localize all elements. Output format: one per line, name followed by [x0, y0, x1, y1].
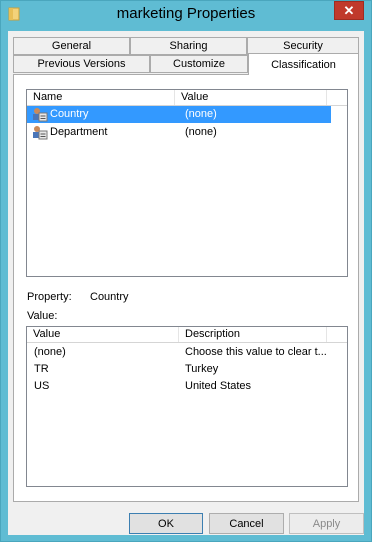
dialog-client-area: General Sharing Security Previous Versio…	[8, 31, 364, 535]
properties-list-header: Name Value	[27, 90, 347, 106]
column-header-value[interactable]: Value	[175, 90, 327, 105]
description-cell: Choose this value to clear t...	[185, 346, 327, 358]
tab-previous-versions[interactable]: Previous Versions	[13, 55, 150, 73]
classification-panel: Name Value Country (none) Department (no…	[13, 74, 359, 502]
property-value-text: Country	[90, 291, 129, 303]
list-item[interactable]: Country (none)	[27, 106, 331, 123]
properties-window: marketing Properties ✕ General Sharing S…	[0, 0, 372, 542]
column-header-name[interactable]: Name	[27, 90, 175, 105]
description-cell: Turkey	[185, 363, 219, 375]
user-property-icon	[33, 108, 48, 122]
value-cell: (none)	[34, 346, 66, 358]
property-label: Property:	[27, 291, 72, 303]
property-name: Department	[50, 126, 108, 138]
property-value: (none)	[185, 126, 217, 138]
value-cell: US	[34, 380, 50, 392]
property-value: (none)	[185, 108, 217, 120]
values-list-header: Value Description	[27, 327, 347, 343]
properties-listview[interactable]: Name Value Country (none) Department (no…	[26, 89, 348, 277]
tab-customize[interactable]: Customize	[150, 55, 248, 73]
list-item[interactable]: US United States	[27, 378, 347, 395]
list-item[interactable]: (none) Choose this value to clear t...	[27, 344, 347, 361]
value-cell: TR	[34, 363, 49, 375]
title-bar[interactable]: marketing Properties ✕	[1, 1, 371, 29]
close-button[interactable]: ✕	[334, 1, 364, 20]
window-title: marketing Properties	[116, 5, 256, 22]
column-header-value[interactable]: Value	[27, 327, 179, 342]
list-item[interactable]: Department (none)	[27, 124, 331, 141]
values-listview[interactable]: Value Description (none) Choose this val…	[26, 326, 348, 487]
value-label: Value:	[27, 310, 58, 322]
list-item[interactable]: TR Turkey	[27, 361, 347, 378]
property-name: Country	[50, 108, 89, 120]
description-cell: United States	[185, 380, 252, 392]
column-header-description[interactable]: Description	[179, 327, 327, 342]
cancel-button[interactable]: Cancel	[209, 513, 284, 534]
tab-general[interactable]: General	[13, 37, 130, 55]
apply-button[interactable]: Apply	[289, 513, 364, 534]
ok-button[interactable]: OK	[129, 513, 203, 534]
tab-classification[interactable]: Classification	[248, 53, 359, 75]
tab-sharing[interactable]: Sharing	[130, 37, 247, 55]
user-property-icon	[33, 126, 48, 140]
